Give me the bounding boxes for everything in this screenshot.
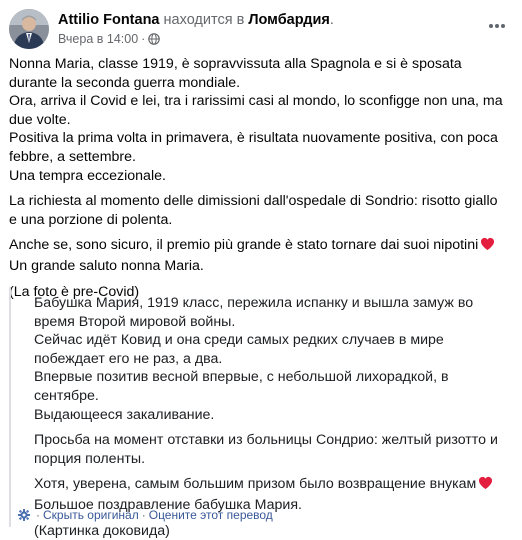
post-line: Una tempra eccezionale. [9, 167, 166, 184]
avatar-photo [9, 9, 49, 49]
location-suffix: . [329, 12, 334, 28]
more-options-button[interactable] [481, 12, 513, 38]
translation-paragraph-1: Бабушка Мария, 1919 класс, пережила испа… [34, 294, 504, 424]
post-line: Nonna Maria, classe 1919, è sopravvissut… [9, 56, 462, 91]
post-paragraph-2: La richiesta al momento delle dimissioni… [9, 192, 509, 229]
location-name[interactable]: Ломбардия [248, 12, 329, 28]
post-line: La richiesta al momento delle dimissioni… [9, 193, 498, 228]
translation-block: Бабушка Мария, 1919 класс, пережила испа… [9, 287, 513, 539]
separator-dot: · [141, 32, 146, 46]
author-name[interactable]: Attilio Fontana [58, 12, 160, 28]
facebook-post: Attilio Fontana находится в Ломбардия. В… [0, 0, 522, 539]
footer-dot: · [141, 508, 146, 522]
footer-dot: · [36, 508, 40, 522]
translation-line: Бабушка Мария, 1919 класс, пережила испа… [34, 295, 474, 330]
post-paragraph-1: Nonna Maria, classe 1919, è sopravvissut… [9, 55, 509, 185]
post-line: Un grande saluto nonna Maria. [9, 257, 204, 274]
post-line: Ora, arriva il Covid e lei, tra i rariss… [9, 93, 503, 128]
red-heart-icon [480, 237, 495, 257]
gear-icon[interactable] [18, 509, 30, 525]
post-timestamp[interactable]: Вчера в 14:00 [58, 32, 138, 46]
location-action: находится в [163, 12, 245, 28]
post-line-text: Anche se, sono sicuro, il premio più gra… [9, 237, 479, 254]
post-sub-line: Вчера в 14:00 · [58, 31, 334, 49]
post-header: Attilio Fontana находится в Ломбардия. В… [9, 9, 513, 49]
translation-line-text: Хотя, уверена, самым большим призом было… [34, 476, 477, 493]
more-horizontal-icon [488, 16, 506, 34]
post-line: Positiva la prima volta in primavera, è … [9, 130, 498, 165]
translation-paragraph-2: Просьба на момент отставки из больницы С… [34, 431, 504, 468]
avatar[interactable] [9, 9, 49, 49]
translation-line: Впервые позитив весной впервые, с неболь… [34, 369, 449, 404]
post-text: Nonna Maria, classe 1919, è sopravvissut… [9, 55, 509, 308]
translation-line: Просьба на момент отставки из больницы С… [34, 432, 498, 467]
post-paragraph-3: Anche se, sono sicuro, il premio più gra… [9, 236, 509, 275]
hide-original-link[interactable]: Скрыть оригинал [43, 508, 139, 522]
translation-line: Хотя, уверена, самым большим призом было… [34, 475, 504, 496]
translation-line: Выдающееся закаливание. [34, 406, 215, 423]
post-line: Anche se, sono sicuro, il premio più gra… [9, 236, 509, 257]
red-heart-icon [478, 476, 493, 496]
translation-text: Бабушка Мария, 1919 класс, пережила испа… [34, 287, 504, 540]
translation-line: Сейчас идёт Ковид и она среди самых редк… [34, 332, 444, 367]
translation-footer: · Скрыть оригинал · Оцените этот перевод [18, 507, 273, 525]
globe-icon[interactable] [148, 33, 161, 49]
author-line: Attilio Fontana находится в Ломбардия. [58, 11, 334, 29]
rate-translation-link[interactable]: Оцените этот перевод [149, 508, 273, 522]
post-meta: Attilio Fontana находится в Ломбардия. В… [58, 11, 334, 49]
